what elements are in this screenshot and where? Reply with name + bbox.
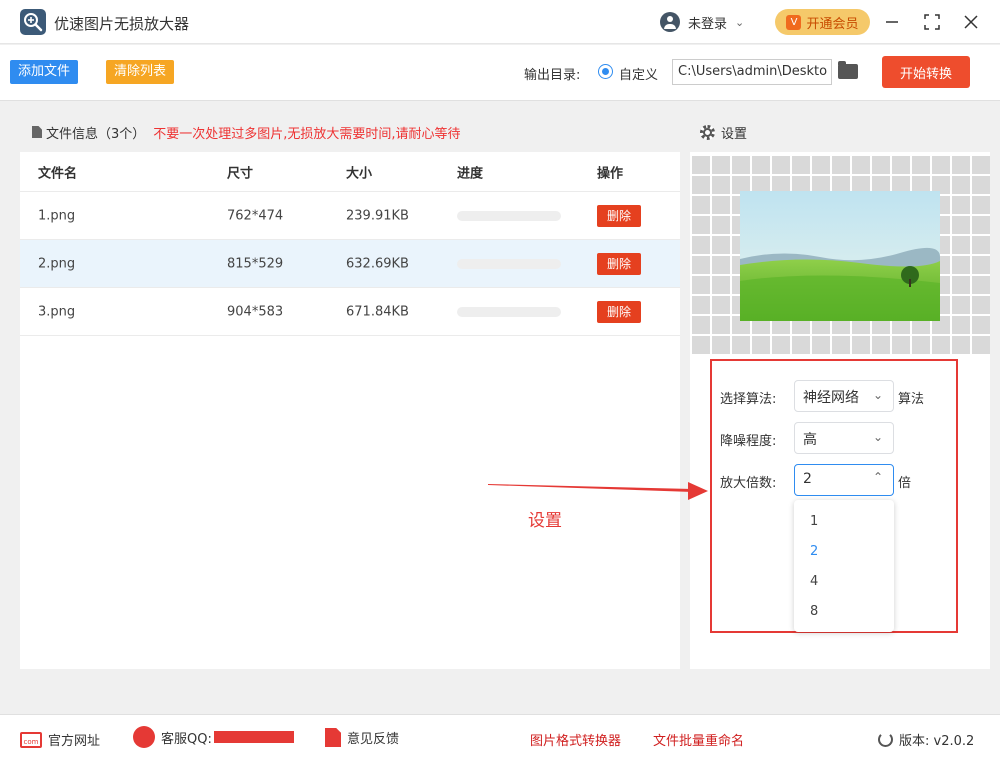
website-icon: com <box>20 731 42 748</box>
scale-select[interactable]: 2 ⌃ <box>794 464 894 496</box>
app-logo-icon <box>20 9 46 35</box>
clear-list-button[interactable]: 清除列表 <box>106 60 175 84</box>
user-label: 未登录 <box>688 16 728 32</box>
file-info-header: 文件信息（3个） 不要一次处理过多图片,无损放大需要时间,请耐心等待 <box>20 112 680 152</box>
version-label: 版本: v2.0.2 <box>899 734 975 749</box>
file-dimensions: 762*474 <box>227 208 284 223</box>
algorithm-select[interactable]: 神经网络 ⌄ <box>794 380 894 412</box>
minimize-icon[interactable] <box>880 10 904 34</box>
progress-bar <box>457 306 561 317</box>
table-row[interactable]: 1.png 762*474 239.91KB 删除 <box>20 192 680 240</box>
document-icon <box>32 126 42 138</box>
table-row[interactable]: 2.png 815*529 632.69KB 删除 <box>20 240 680 288</box>
scale-option[interactable]: 1 <box>794 507 894 537</box>
toolbar: 添加文件 清除列表 输出目录: 自定义 C:\Users\admin\Deskt… <box>0 45 1000 101</box>
gear-icon <box>700 124 715 140</box>
website-link[interactable]: com 官方网址 <box>20 730 100 749</box>
custom-dir-radio[interactable] <box>598 64 613 79</box>
feedback-link[interactable]: 意见反馈 <box>325 728 399 747</box>
chevron-down-icon: ⌄ <box>872 388 883 402</box>
vip-label: 开通会员 <box>806 16 859 32</box>
output-dir-label: 输出目录: <box>524 68 581 83</box>
vip-icon: V <box>786 14 802 30</box>
format-converter-link[interactable]: 图片格式转换器 <box>530 730 621 749</box>
custom-dir-label[interactable]: 自定义 <box>619 64 658 83</box>
settings-header: 设置 <box>690 112 990 152</box>
file-name: 3.png <box>38 304 76 319</box>
annotation-text: 设置 <box>528 511 562 531</box>
feedback-label: 意见反馈 <box>347 732 400 747</box>
annotation-arrow <box>488 482 708 500</box>
file-size: 671.84KB <box>346 304 409 319</box>
close-icon[interactable] <box>959 10 983 34</box>
noise-select[interactable]: 高 ⌄ <box>794 422 894 454</box>
footer: com 官方网址 客服QQ: 意见反馈 图片格式转换器 文件批量重命名 版本: … <box>0 714 1000 760</box>
user-icon <box>660 12 680 32</box>
scale-label: 放大倍数: <box>720 476 777 491</box>
column-header: 进度 <box>457 166 484 181</box>
image-preview <box>690 154 990 355</box>
output-path-input[interactable]: C:\Users\admin\Deskto <box>672 59 832 85</box>
start-convert-button[interactable]: 开始转换 <box>882 56 970 88</box>
preview-image <box>740 191 940 321</box>
progress-bar <box>457 258 561 269</box>
progress-bar <box>457 210 561 221</box>
feedback-icon <box>325 728 341 747</box>
app-title: 优速图片无损放大器 <box>54 15 190 33</box>
column-header: 大小 <box>346 166 373 181</box>
redacted-qq-number <box>213 731 294 743</box>
noise-value: 高 <box>803 432 817 448</box>
column-header: 操作 <box>597 166 624 181</box>
support-icon <box>133 726 155 748</box>
batch-rename-link[interactable]: 文件批量重命名 <box>653 730 744 749</box>
add-file-button[interactable]: 添加文件 <box>10 60 79 84</box>
user-menu[interactable]: 未登录 ⌄ <box>660 10 744 34</box>
settings-title: 设置 <box>721 126 748 142</box>
vip-button[interactable]: V 开通会员 <box>775 9 870 35</box>
warning-text: 不要一次处理过多图片,无损放大需要时间,请耐心等待 <box>153 126 461 142</box>
title-bar: 优速图片无损放大器 未登录 ⌄ V 开通会员 <box>0 0 1000 44</box>
scale-option[interactable]: 2 <box>794 537 894 567</box>
delete-button[interactable]: 删除 <box>597 204 641 227</box>
scale-value: 2 <box>803 471 812 487</box>
file-size: 239.91KB <box>346 208 409 223</box>
noise-label: 降噪程度: <box>720 434 777 449</box>
delete-button[interactable]: 删除 <box>597 300 641 323</box>
algorithm-unit: 算法 <box>898 392 925 407</box>
file-size: 632.69KB <box>346 256 409 271</box>
algorithm-label: 选择算法: <box>720 392 777 407</box>
scale-option[interactable]: 4 <box>794 567 894 597</box>
delete-button[interactable]: 删除 <box>597 252 641 275</box>
table-row[interactable]: 3.png 904*583 671.84KB 删除 <box>20 288 680 336</box>
algorithm-value: 神经网络 <box>803 390 859 406</box>
file-name: 2.png <box>38 256 76 271</box>
qq-label: 客服QQ: <box>161 731 212 747</box>
folder-icon[interactable] <box>838 61 858 79</box>
refresh-icon[interactable] <box>878 732 893 747</box>
file-name: 1.png <box>38 208 76 223</box>
file-dimensions: 815*529 <box>227 256 284 271</box>
column-header: 尺寸 <box>227 166 254 181</box>
file-dimensions: 904*583 <box>227 304 284 319</box>
table-header: 文件名 尺寸 大小 进度 操作 <box>20 152 680 192</box>
chevron-down-icon: ⌄ <box>735 15 745 29</box>
file-count-title: 文件信息（3个） <box>46 126 146 142</box>
file-list-panel: 文件信息（3个） 不要一次处理过多图片,无损放大需要时间,请耐心等待 文件名 尺… <box>20 112 680 669</box>
version-info: 版本: v2.0.2 <box>878 730 974 749</box>
qq-contact[interactable]: 客服QQ: <box>133 726 294 748</box>
scale-option[interactable]: 8 <box>794 597 894 627</box>
maximize-icon[interactable] <box>920 10 944 34</box>
website-label: 官方网址 <box>48 734 101 749</box>
chevron-up-icon: ⌃ <box>872 470 883 484</box>
scale-unit: 倍 <box>898 476 912 491</box>
chevron-down-icon: ⌄ <box>872 430 883 444</box>
column-header: 文件名 <box>38 166 78 181</box>
scale-dropdown: 1 2 4 8 <box>794 500 894 632</box>
